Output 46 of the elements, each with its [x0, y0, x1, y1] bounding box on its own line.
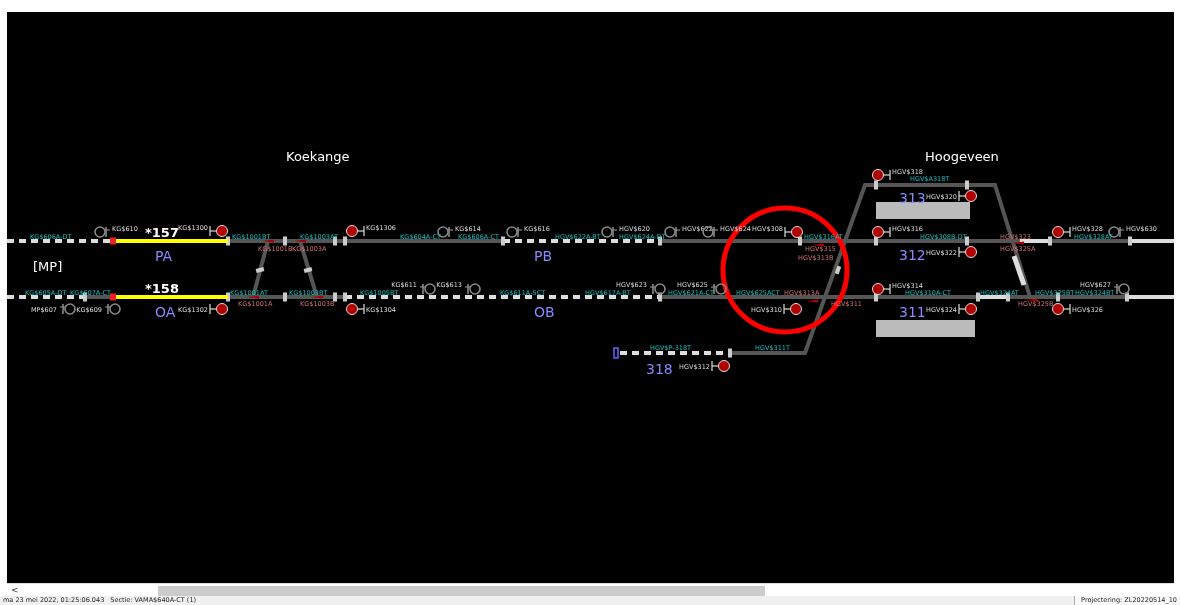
signal-icon[interactable] — [784, 226, 803, 238]
track-end-icon — [110, 293, 116, 301]
track-joint-icon — [255, 267, 265, 273]
track-name: 318 — [646, 361, 673, 377]
station-name: Hoogeveen — [925, 149, 999, 164]
marker-icon — [94, 226, 111, 238]
track-name: 311 — [899, 304, 926, 320]
signal-icon[interactable] — [346, 303, 365, 315]
track-name: OB — [534, 304, 555, 320]
signal-icon[interactable] — [872, 226, 891, 238]
marker-icon — [601, 226, 618, 238]
signal-icon[interactable] — [872, 169, 891, 181]
marker-icon — [1113, 283, 1130, 295]
signal-icon[interactable] — [711, 360, 730, 372]
track-name: 312 — [899, 247, 926, 263]
scroll-left-button[interactable]: < — [7, 584, 23, 596]
marker-icon — [104, 303, 121, 315]
track-joint-icon — [303, 267, 313, 273]
station-name: Koekange — [286, 149, 350, 164]
signal-icon[interactable] — [958, 303, 977, 315]
track-end-icon — [110, 237, 116, 245]
marker-icon — [59, 303, 76, 315]
train-number: *157 — [145, 225, 179, 240]
track-name: PA — [155, 248, 173, 264]
signal-icon[interactable] — [1052, 226, 1071, 238]
signal-icon[interactable] — [783, 303, 802, 315]
signal-icon[interactable] — [209, 303, 228, 315]
marker-icon — [506, 226, 523, 238]
marker-icon — [649, 283, 666, 295]
scrollbar-thumb[interactable] — [157, 585, 765, 596]
signal-icon[interactable] — [209, 225, 228, 237]
train-number: *158 — [145, 281, 179, 296]
buffer-stop-icon — [613, 347, 619, 359]
signal-icon[interactable] — [1052, 303, 1071, 315]
marker-icon — [419, 283, 436, 295]
signal-icon[interactable] — [958, 190, 977, 202]
track-name: 313 — [899, 190, 926, 206]
area-label: [MP] — [33, 259, 63, 274]
signal-icon[interactable] — [346, 225, 365, 237]
track-joint-icon — [834, 265, 842, 275]
track-name: OA — [155, 304, 176, 320]
marker-icon — [464, 283, 481, 295]
marker-icon — [664, 226, 681, 238]
signal-icon[interactable] — [872, 283, 891, 295]
track-name: PB — [534, 248, 553, 264]
signal-icon[interactable] — [958, 246, 977, 258]
